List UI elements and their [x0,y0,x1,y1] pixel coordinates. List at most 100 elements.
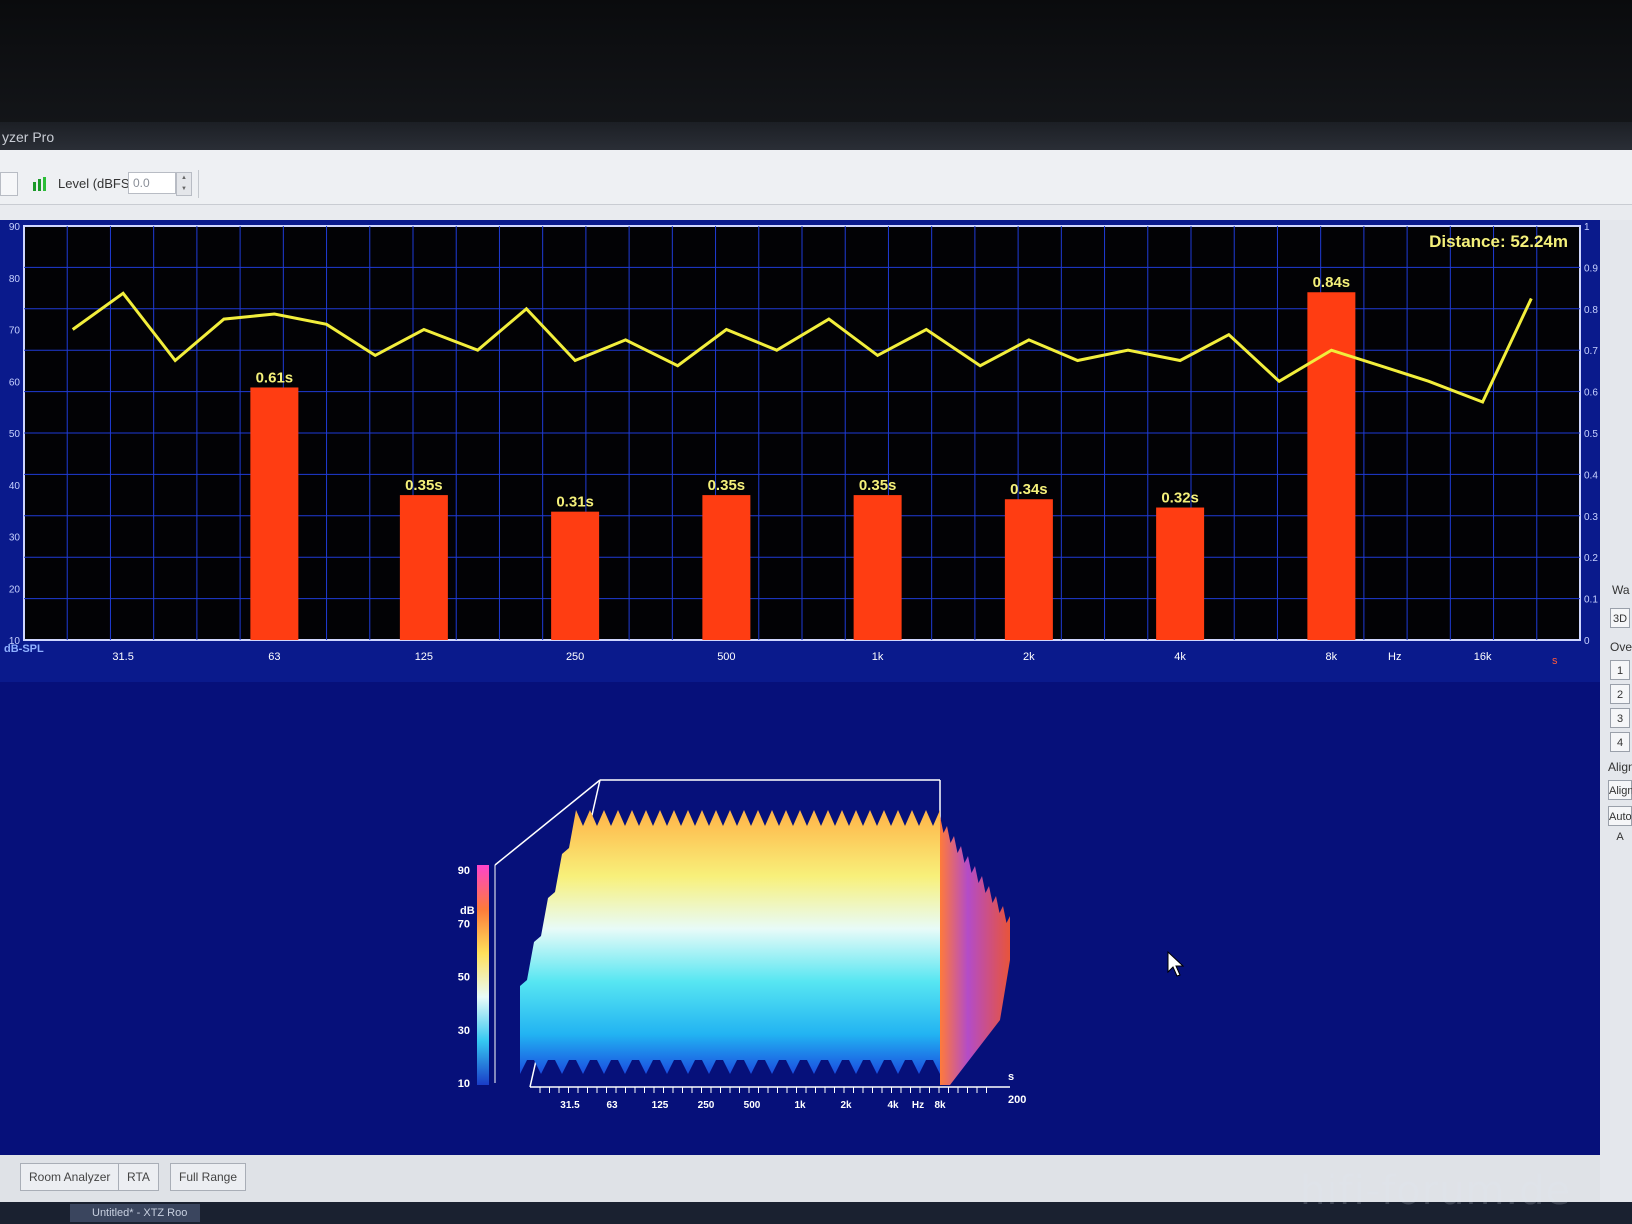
x-axis-tick-label: 2k [1023,651,1035,663]
x-axis-tick-label: 63 [268,651,280,663]
left-axis-tick-label: 60 [9,377,21,388]
rt60-bar-label: 0.34s [1010,481,1048,498]
right-axis-tick-label: 0.9 [1584,263,1598,274]
rt60-bar [250,387,299,640]
level-meter-icon [33,177,46,191]
waterfall-side-surface [940,816,1010,1085]
rt60-bar [702,495,751,640]
rt60-bar-label: 0.84s [1313,274,1351,291]
rta-chart: 0.61s0.35s0.31s0.35s 0.35s 0.34s 0.32s0.84s… [0,220,1600,1111]
waterfall-z-tick-label: 30 [458,1025,470,1037]
right-axis-tick-label: 0 [1584,636,1590,647]
x-axis-tick-label: 500 [717,651,735,663]
left-axis-tick-label: 30 [9,533,21,544]
left-axis-tick-label: 70 [9,326,21,337]
waterfall-x-tick-label: Hz [912,1100,924,1111]
toolbar-separator [198,170,199,198]
left-axis-tick-label: 40 [9,481,21,492]
right-axis-tick-label: 1 [1584,222,1590,233]
waterfall-x-axis: 31.5 63 125 250 500 1k 2k 4k Hz 8k [539,1087,987,1111]
waterfall-z-tick-label: 10 [458,1078,470,1090]
rt60-bar-label: 0.31s [556,494,594,511]
x-axis-unit: Hz [1388,651,1401,663]
right-axis-unit: s [1552,655,1558,667]
x-axis-tick-label: 31.5 [112,651,133,663]
distance-readout: Distance: 52.24m [1429,232,1568,251]
waterfall-color-scale [477,865,489,1085]
right-side-panel: Wa 3D Ove 1 2 3 4 Alignn Align Auto A [1600,220,1632,1224]
x-axis-tick-label: 8k [1326,651,1338,663]
app-window: Level (dBFS) 0.0 ▲ ▼ 0.61s 0.35s 0.31s 0.35s… [0,150,1632,1224]
tab-rta[interactable]: RTA [118,1163,159,1191]
waterfall-x-tick-label: 31.5 [560,1100,580,1111]
right-axis-tick-label: 0.6 [1584,388,1598,399]
align-button[interactable]: Align [1608,780,1632,800]
window-title: yzer Pro [2,129,55,145]
rt60-bar [1307,292,1356,640]
ove-label: Ove [1610,640,1632,654]
rt60-bar-label: 0.35s [405,477,443,494]
x-axis-tick-label: 1k [872,651,884,663]
taskbar-app-item[interactable]: Untitled* - XTZ Roo [70,1204,200,1222]
toolbar-button[interactable] [0,172,18,196]
waterfall-x-tick-label: 2k [840,1100,852,1111]
overlay-button-1[interactable]: 1 [1610,660,1630,680]
waterfall-x-tick-label: 8k [934,1100,946,1111]
right-axis-tick-label: 0.7 [1584,346,1598,357]
waterfall-surface [520,810,940,1074]
waterfall-chart: 9070503010 31.5 63 125 250 500 1k 2k 4k Hz 8k dB … [458,779,1026,1111]
waterfall-time-label: s [1008,1071,1014,1083]
rt60-bar [551,511,600,640]
wa-label: Wa [1612,583,1630,597]
right-axis-tick-label: 0.3 [1584,512,1598,523]
x-axis-tick-label: 16k [1474,651,1492,663]
watermark: hifi-forum.de [1300,1168,1572,1214]
mouse-cursor [1167,950,1185,977]
rt60-bar [1156,507,1205,640]
waterfall-z-axis: 90 70 50 30 10 [458,865,470,1090]
app-titlebar: yzer Pro [0,122,1632,150]
tab-room-analyzer[interactable]: Room Analyzer [20,1163,120,1191]
waterfall-x-tick-label: 250 [698,1100,715,1111]
waterfall-x-tick-label: 4k [887,1100,899,1111]
right-axis-tick-label: 0.2 [1584,553,1598,564]
plot-area: 0.61s 0.35s 0.31s 0.35s 0.35s 0.34s 0.32s 0.84s… [0,220,1600,1155]
alignment-label: Alignn [1608,760,1632,774]
waterfall-z-label: dB [460,905,475,917]
rt60-bar [1004,499,1053,640]
waterfall-x-tick-label: 125 [652,1100,669,1111]
waterfall-x-tick-label: 63 [606,1100,618,1111]
rt60-bar-label: 0.32s [1161,490,1199,507]
waterfall-time-end: 200 [1008,1094,1026,1106]
waterfall-x-tick-label: 500 [744,1100,761,1111]
left-axis-tick-label: 80 [9,274,21,285]
rt60-bar [853,495,902,640]
overlay-button-4[interactable]: 4 [1610,732,1630,752]
left-axis-tick-label: 50 [9,429,21,440]
left-axis-tick-label: 20 [9,584,21,595]
right-axis-tick-label: 0.4 [1584,470,1598,481]
level-label: Level (dBFS) [58,176,134,191]
x-axis-tick-label: 250 [566,651,584,663]
waterfall-z-tick-label: 50 [458,972,470,984]
3d-view-button[interactable]: 3D [1610,608,1630,628]
level-spinner[interactable]: ▲ ▼ [176,172,192,196]
waterfall-z-tick-label: 90 [458,865,470,877]
rt60-bar-label: 0.35s [859,477,897,494]
level-input[interactable]: 0.0 [128,172,176,194]
rt60-bar-label: 0.61s [256,369,294,386]
waterfall-x-tick-label: 1k [794,1100,806,1111]
toolbar: Level (dBFS) 0.0 ▲ ▼ [0,150,1632,205]
right-axis-tick-label: 0.8 [1584,305,1598,316]
rt60-bar [399,495,448,640]
rt60-bar-label: 0.35s [708,477,746,494]
x-axis-tick-label: 125 [415,651,433,663]
right-axis-tick-label: 0.1 [1584,595,1598,606]
left-axis-tick-label: 90 [9,222,21,233]
overlay-button-3[interactable]: 3 [1610,708,1630,728]
tab-full-range[interactable]: Full Range [170,1163,247,1191]
left-axis-unit: dB-SPL [4,643,44,655]
waterfall-z-tick-label: 70 [458,918,470,930]
auto-align-button[interactable]: Auto A [1608,806,1632,843]
overlay-button-2[interactable]: 2 [1610,684,1630,704]
